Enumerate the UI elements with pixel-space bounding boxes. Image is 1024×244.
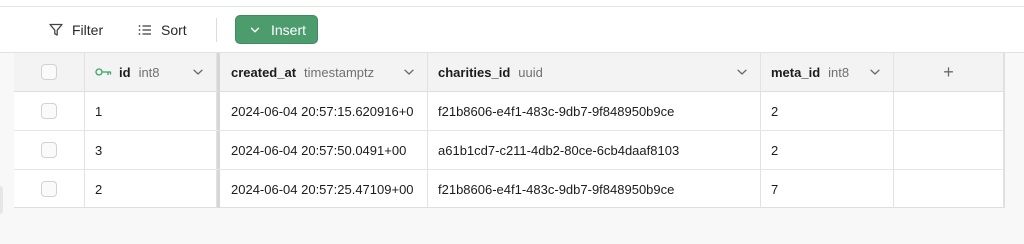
cell-meta-id[interactable]: 7 bbox=[761, 170, 894, 208]
row-select-cell bbox=[14, 92, 85, 130]
cell-id[interactable]: 1 bbox=[85, 92, 217, 130]
table-toolbar: Filter Sort Insert bbox=[0, 7, 1024, 53]
column-type: int8 bbox=[138, 64, 160, 80]
sort-button[interactable]: Sort bbox=[137, 15, 187, 45]
chevron-down-icon[interactable] bbox=[736, 66, 748, 78]
insert-label: Insert bbox=[271, 21, 307, 38]
cell-value: 2024-06-04 20:57:50.0491+00 bbox=[231, 142, 407, 158]
cell-value: 2024-06-04 20:57:25.47109+00 bbox=[231, 181, 414, 197]
cell-meta-id[interactable]: 2 bbox=[761, 92, 894, 130]
cell-value: 2024-06-04 20:57:15.620916+0 bbox=[231, 103, 414, 119]
chevron-down-icon[interactable] bbox=[869, 66, 881, 78]
filter-button[interactable]: Filter bbox=[48, 15, 103, 45]
side-panel-handle[interactable] bbox=[0, 186, 3, 214]
column-name: created_at bbox=[231, 64, 297, 80]
cell-value: 7 bbox=[771, 181, 779, 197]
column-name: id bbox=[119, 64, 131, 80]
filter-label: Filter bbox=[72, 22, 104, 38]
column-name: charities_id bbox=[438, 64, 511, 80]
key-icon bbox=[95, 67, 112, 77]
table-row[interactable]: 3 2024-06-04 20:57:50.0491+00 a61b1cd7-c… bbox=[14, 131, 1004, 170]
cell-created-at[interactable]: 2024-06-04 20:57:50.0491+00 bbox=[217, 131, 428, 169]
sort-lines-icon bbox=[137, 22, 153, 38]
row-checkbox[interactable] bbox=[41, 103, 57, 119]
cell-value: f21b8606-e4f1-483c-9db7-9f848950b9ce bbox=[438, 103, 675, 119]
column-name: meta_id bbox=[771, 64, 821, 80]
add-column-button[interactable]: + bbox=[894, 53, 1004, 91]
row-select-cell bbox=[14, 170, 85, 208]
grid-header-row: id int8 created_at timestamptz charities… bbox=[14, 53, 1004, 92]
column-header-meta-id[interactable]: meta_id int8 bbox=[761, 53, 894, 91]
cell-value: 2 bbox=[771, 103, 779, 119]
table-row[interactable]: 2 2024-06-04 20:57:25.47109+00 f21b8606-… bbox=[14, 170, 1004, 208]
cell-created-at[interactable]: 2024-06-04 20:57:15.620916+0 bbox=[217, 92, 428, 130]
cell-id[interactable]: 2 bbox=[85, 170, 217, 208]
select-all-checkbox[interactable] bbox=[41, 64, 57, 80]
cell-value: a61b1cd7-c211-4db2-80ce-6cb4daaf8103 bbox=[438, 142, 680, 158]
cell-value: 1 bbox=[95, 103, 103, 119]
row-select-cell bbox=[14, 131, 85, 169]
sort-label: Sort bbox=[161, 22, 187, 38]
cell-value: 3 bbox=[95, 142, 103, 158]
table-row[interactable]: 1 2024-06-04 20:57:15.620916+0 f21b8606-… bbox=[14, 92, 1004, 131]
cell-value: 2 bbox=[771, 142, 779, 158]
cell-id[interactable]: 3 bbox=[85, 131, 217, 169]
chevron-down-icon[interactable] bbox=[403, 66, 415, 78]
plus-icon: + bbox=[943, 61, 954, 82]
column-type: uuid bbox=[518, 64, 543, 80]
empty-cell bbox=[894, 131, 1004, 169]
cell-charities-id[interactable]: a61b1cd7-c211-4db2-80ce-6cb4daaf8103 bbox=[428, 131, 761, 169]
row-checkbox[interactable] bbox=[41, 181, 57, 197]
empty-cell bbox=[894, 92, 1004, 130]
select-all-cell bbox=[14, 53, 85, 91]
toolbar-divider bbox=[216, 18, 217, 42]
column-header-id[interactable]: id int8 bbox=[85, 53, 217, 91]
data-grid: id int8 created_at timestamptz charities… bbox=[14, 53, 1005, 208]
cell-value: f21b8606-e4f1-483c-9db7-9f848950b9ce bbox=[438, 181, 675, 197]
row-checkbox[interactable] bbox=[41, 142, 57, 158]
cell-created-at[interactable]: 2024-06-04 20:57:25.47109+00 bbox=[217, 170, 428, 208]
funnel-icon bbox=[48, 22, 64, 38]
top-edge bbox=[0, 0, 1024, 7]
insert-button[interactable]: Insert bbox=[235, 15, 318, 44]
column-header-charities-id[interactable]: charities_id uuid bbox=[428, 53, 761, 91]
cell-charities-id[interactable]: f21b8606-e4f1-483c-9db7-9f848950b9ce bbox=[428, 170, 761, 208]
chevron-down-icon bbox=[249, 24, 261, 36]
cell-meta-id[interactable]: 2 bbox=[761, 131, 894, 169]
column-type: timestamptz bbox=[304, 64, 375, 80]
cell-value: 2 bbox=[95, 181, 103, 197]
column-header-created-at[interactable]: created_at timestamptz bbox=[217, 53, 428, 91]
chevron-down-icon[interactable] bbox=[192, 66, 204, 78]
empty-cell bbox=[894, 170, 1004, 208]
column-type: int8 bbox=[828, 64, 850, 80]
cell-charities-id[interactable]: f21b8606-e4f1-483c-9db7-9f848950b9ce bbox=[428, 92, 761, 130]
